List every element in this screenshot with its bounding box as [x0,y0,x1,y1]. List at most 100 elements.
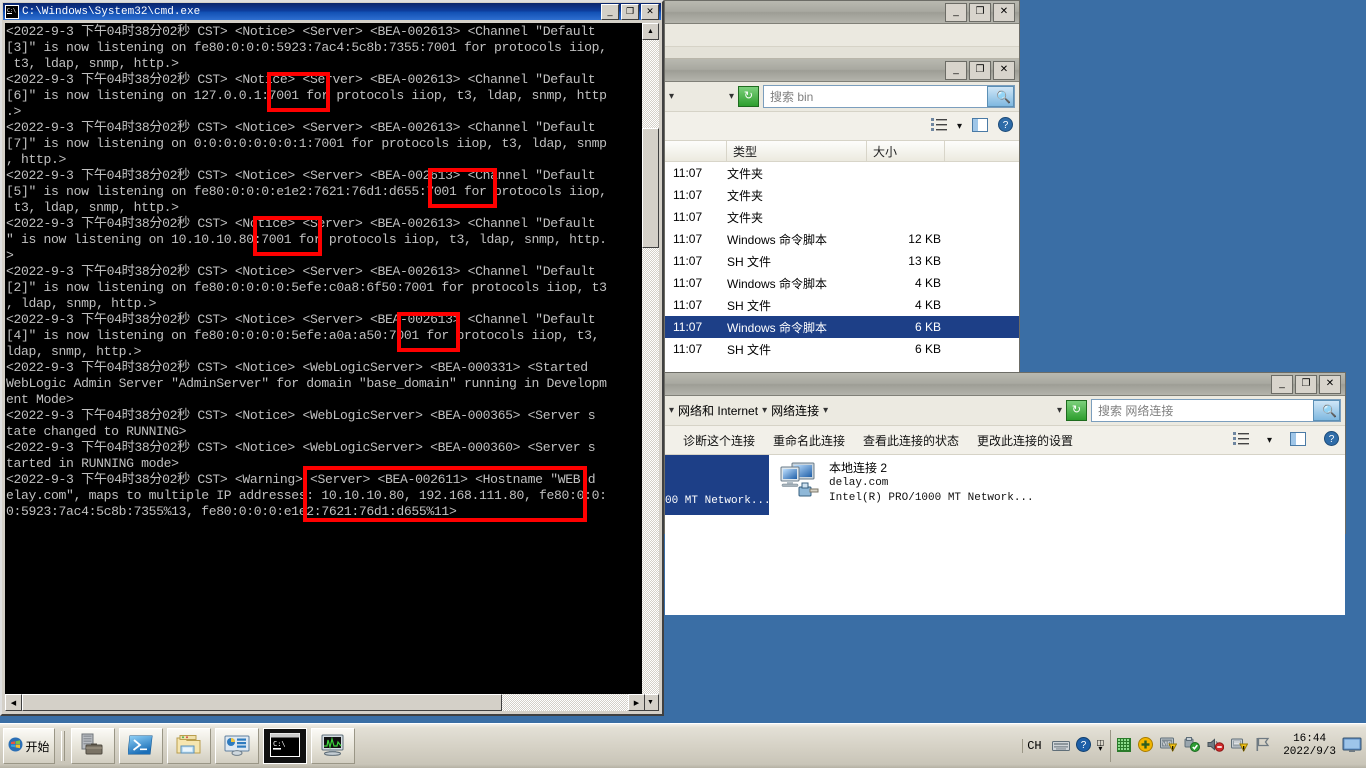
search-icon[interactable]: 🔍 [987,86,1014,107]
quick-launch-control-panel[interactable] [215,728,259,764]
console-output-area[interactable]: <2022-9-3 下午04时38分02秒 CST> <Notice> <Ser… [5,23,645,711]
view-list-icon[interactable] [1232,432,1249,448]
bg-maximize-button[interactable]: ❐ [969,2,991,22]
keyboard-icon[interactable] [1051,738,1070,755]
scroll-right-button[interactable]: ▶ [628,694,645,711]
breadcrumb-sep-icon-1[interactable]: ▾ [762,405,767,416]
quick-launch-powershell[interactable] [119,728,163,764]
tray-icons[interactable]: VIR [1110,730,1277,762]
flag-icon[interactable] [1255,737,1271,755]
column-header-size[interactable]: 大小 [867,141,945,161]
file-list-row[interactable]: 11:07 Windows 命令脚本 6 KB [665,316,1019,338]
bg-minimize-button[interactable]: _ [945,2,967,22]
console-horizontal-scrollbar[interactable]: ◀ ▶ [5,694,645,711]
explorer-close-button[interactable]: ✕ [993,60,1015,80]
update-icon[interactable] [1138,737,1154,755]
preview-pane-icon[interactable] [972,117,988,135]
network-connections-window[interactable]: _ ❐ ✕ ▾ 网络和 Internet ▾ 网络连接 ▾ ▾ ↻ 搜索 网络连… [664,372,1346,615]
network-search-input[interactable]: 搜索 网络连接 🔍 [1091,399,1341,422]
help-icon[interactable]: ? [1324,431,1339,449]
show-hidden-icons-button[interactable]: ◫ ▾ [1097,739,1105,753]
network-minimize-button[interactable]: _ [1271,374,1293,394]
network-titlebar[interactable]: _ ❐ ✕ [665,373,1345,396]
file-list-row[interactable]: 11:07 Windows 命令脚本 12 KB [665,228,1019,250]
network-connection-item[interactable]: 本地连接 2 delay.com Intel(R) PRO/1000 MT Ne… [775,455,1345,512]
shield-ok-icon[interactable] [1184,737,1201,755]
start-button[interactable]: 开始 [3,728,55,764]
view-dropdown-icon[interactable]: ▾ [1267,435,1272,446]
network-grid-icon[interactable] [1117,737,1132,755]
search-icon[interactable]: 🔍 [1313,400,1340,421]
file-list-row[interactable]: 11:07 文件夹 [665,206,1019,228]
network-close-button[interactable]: ✕ [1319,374,1341,394]
show-desktop-icon[interactable] [1342,737,1362,756]
file-list-header[interactable]: 类型 大小 [665,141,1019,162]
address-dropdown-icon[interactable]: ▾ [1057,405,1062,416]
system-tray[interactable]: CH ? ◫ ▾ VIR 16:44 2022/9/3 [1022,729,1366,763]
file-list-row[interactable]: 11:07 SH 文件 6 KB [665,338,1019,360]
diagnose-connection-button[interactable]: 诊断这个连接 [683,432,755,449]
file-list-row[interactable]: 11:07 SH 文件 4 KB [665,294,1019,316]
explorer-search-input[interactable]: 搜索 bin 🔍 [763,85,1015,108]
network-connection-domain: delay.com [829,477,889,489]
preview-pane-icon[interactable] [1290,431,1306,449]
file-list-row[interactable]: 11:07 Windows 命令脚本 4 KB [665,272,1019,294]
scroll-left-button[interactable]: ◀ [5,694,22,711]
view-list-icon[interactable] [930,118,947,134]
ime-indicator[interactable]: CH [1022,739,1045,753]
taskbar-task-manager[interactable] [311,728,355,764]
console-vertical-scrollbar[interactable]: ▲ ▼ [642,23,659,711]
maintenance-warning-icon[interactable] [1231,737,1249,755]
volume-muted-icon[interactable] [1207,737,1225,755]
antivirus-warning-icon[interactable]: VIR [1160,737,1178,755]
column-header-blank[interactable] [665,141,727,161]
refresh-icon[interactable]: ↻ [1066,400,1087,421]
vertical-scroll-thumb[interactable] [642,128,659,248]
network-address-bar[interactable]: ▾ 网络和 Internet ▾ 网络连接 ▾ ▾ ↻ 搜索 网络连接 🔍 [665,396,1345,426]
quick-launch-explorer[interactable] [167,728,211,764]
cmd-window[interactable]: C:\ C:\Windows\System32\cmd.exe _ ❐ ✕ <2… [0,0,664,716]
breadcrumb-chevron-icon[interactable]: ▾ [669,91,674,102]
explorer-window[interactable]: _ ❐ ✕ _ ❐ ✕ ▾ ▾ ↻ 搜索 bin 🔍 ▾ ? 类型 大小 11:… [664,0,1020,388]
close-button[interactable]: ✕ [641,3,659,20]
network-command-bar[interactable]: 诊断这个连接 重命名此连接 查看此连接的状态 更改此连接的设置 ▾ ? [665,426,1345,455]
cmd-titlebar[interactable]: C:\ C:\Windows\System32\cmd.exe _ ❐ ✕ [3,3,661,20]
file-list-row[interactable]: 11:07 文件夹 [665,162,1019,184]
minimize-button[interactable]: _ [601,3,619,20]
file-list-row[interactable]: 11:07 SH 文件 13 KB [665,250,1019,272]
explorer-minimize-button[interactable]: _ [945,60,967,80]
explorer-address-bar[interactable]: ▾ ▾ ↻ 搜索 bin 🔍 [665,82,1019,112]
taskbar-task-cmd[interactable]: C:\ [263,728,307,764]
breadcrumb-internet[interactable]: 网络和 Internet [678,402,758,419]
explorer-titlebar[interactable]: _ ❐ ✕ [665,59,1019,82]
view-status-button[interactable]: 查看此连接的状态 [863,432,959,449]
view-dropdown-icon[interactable]: ▾ [957,121,962,132]
refresh-icon[interactable]: ↻ [738,86,759,107]
file-modified-time: 11:07 [673,298,703,312]
quick-launch-server-manager[interactable] [71,728,115,764]
taskbar[interactable]: 开始 C:\ CH ? ◫ ▾ VIR 16:44 2022/9/3 [0,723,1366,768]
network-connection-list[interactable]: 00 MT Network... 本地连接 2 delay.com Intel(… [665,455,1345,615]
breadcrumb-back-chevron-icon[interactable]: ▾ [669,405,674,416]
file-list[interactable]: 11:07 文件夹 11:07 文件夹 11:07 文件夹 11:07 Windows 命令脚… [665,162,1019,375]
change-settings-button[interactable]: 更改此连接的设置 [977,432,1073,449]
help-icon[interactable]: ? [1075,737,1091,755]
file-list-row[interactable]: 11:07 文件夹 [665,184,1019,206]
breadcrumb-dropdown-icon[interactable]: ▾ [729,91,734,102]
clock[interactable]: 16:44 2022/9/3 [1283,733,1336,759]
maximize-button[interactable]: ❐ [621,3,639,20]
scroll-up-button[interactable]: ▲ [642,23,659,40]
column-header-extra[interactable] [945,141,1019,161]
background-window-titlebar[interactable]: _ ❐ ✕ [665,1,1019,24]
help-icon[interactable]: ? [998,117,1013,135]
horizontal-scroll-thumb[interactable] [22,694,502,711]
rename-connection-button[interactable]: 重命名此连接 [773,432,845,449]
explorer-command-bar[interactable]: ▾ ? [665,112,1019,141]
column-header-type[interactable]: 类型 [727,141,867,161]
breadcrumb-sep-icon-2[interactable]: ▾ [823,405,828,416]
network-connection-item-partial[interactable]: 00 MT Network... [665,455,771,515]
bg-close-button[interactable]: ✕ [993,2,1015,22]
breadcrumb-network-connections[interactable]: 网络连接 [771,402,819,419]
network-maximize-button[interactable]: ❐ [1295,374,1317,394]
explorer-maximize-button[interactable]: ❐ [969,60,991,80]
